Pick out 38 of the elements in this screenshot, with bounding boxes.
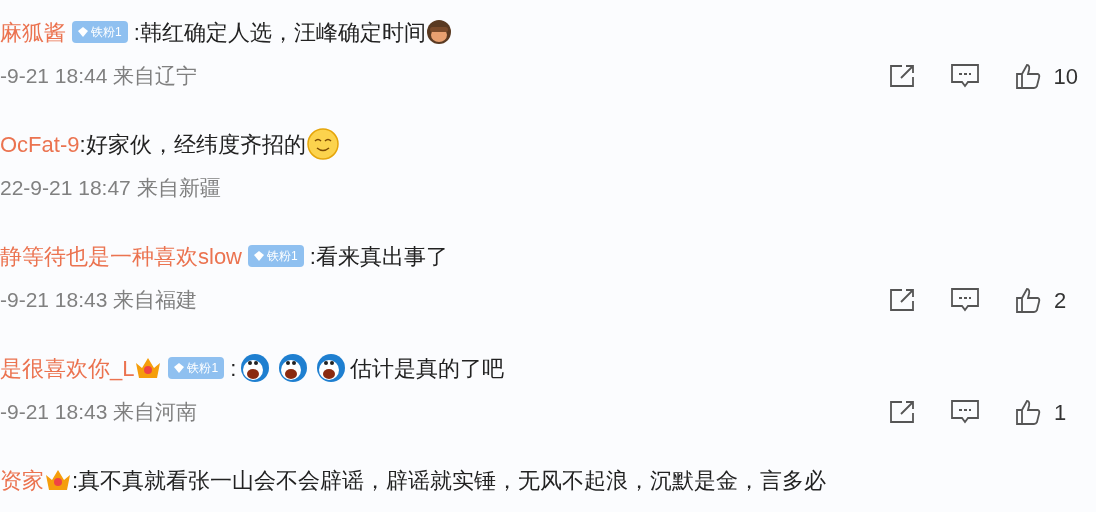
user-name[interactable]: 资家 [0, 463, 44, 497]
badge-label: 铁粉1 [267, 248, 298, 265]
like-count: 10 [1053, 62, 1078, 91]
comment-time-location: -9-21 18:43 来自河南 [0, 399, 198, 426]
share-icon[interactable] [888, 399, 916, 425]
comment-text: :好家伙，经纬度齐招的 [79, 130, 306, 159]
cartoon-cat-emoji-icon [278, 353, 309, 383]
badge-label: 铁粉1 [187, 360, 219, 377]
smiley-emoji-icon [305, 127, 340, 161]
cartoon-cat-emoji-icon [240, 353, 271, 383]
like-count: 2 [1054, 286, 1068, 315]
share-icon[interactable] [887, 63, 916, 89]
comment-time-location: 22-9-21 18:47 来自新疆 [0, 175, 221, 202]
comment-text: :看来真出事了 [309, 242, 448, 271]
user-name[interactable]: 静等待也是一种喜欢slow [0, 239, 242, 273]
diamond-icon [254, 251, 264, 261]
comment-time-location: -9-21 18:44 来自辽宁 [0, 63, 198, 90]
comment-text: 估计是真的了吧 [350, 354, 505, 383]
thumbs-up-icon[interactable] [1014, 398, 1042, 426]
diamond-icon [78, 27, 88, 37]
share-icon[interactable] [888, 287, 916, 313]
badge-label: 铁粉1 [91, 24, 122, 41]
comment-icon[interactable] [950, 398, 980, 426]
user-name[interactable]: OcFat-9 [0, 127, 80, 161]
comment-time-location: -9-21 18:43 来自福建 [0, 287, 198, 314]
diamond-icon [174, 363, 185, 373]
comment-text: :真不真就看张一山会不会辟谣，辟谣就实锤，无风不起浪，沉默是金，言多必 [72, 466, 827, 495]
like-count: 1 [1054, 398, 1068, 427]
user-name[interactable]: 是很喜欢你_L [0, 351, 135, 385]
thumbs-up-icon[interactable] [1014, 286, 1042, 314]
comment-icon[interactable] [949, 62, 980, 90]
comment-text: :韩红确定人选，汪峰确定时间 [133, 18, 426, 47]
monkey-emoji-icon [425, 19, 452, 45]
cartoon-cat-emoji-icon [316, 353, 347, 383]
user-name[interactable]: 麻狐酱 [0, 15, 66, 49]
comment-icon[interactable] [950, 286, 980, 314]
thumbs-up-icon[interactable] [1013, 62, 1042, 90]
comment-text: : [230, 354, 237, 383]
